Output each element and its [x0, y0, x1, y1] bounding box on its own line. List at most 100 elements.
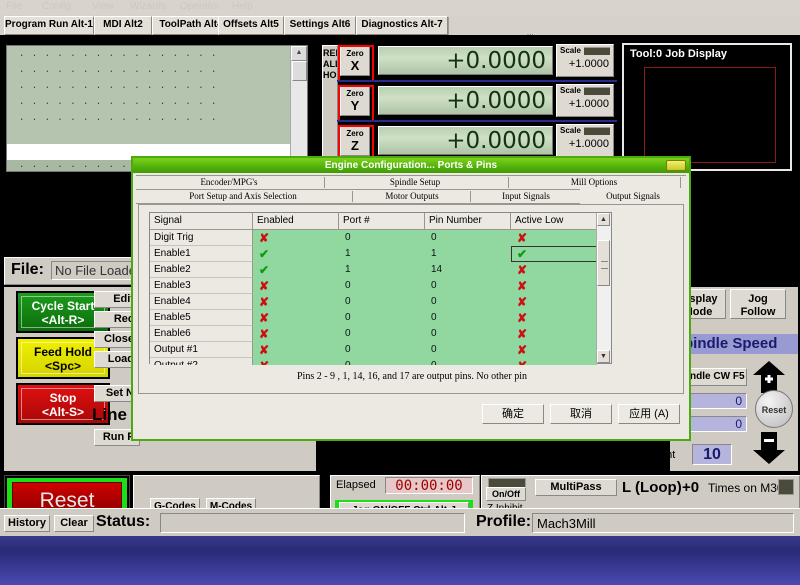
- cell-port[interactable]: 1: [339, 262, 425, 278]
- cell-pin[interactable]: 0: [425, 310, 511, 326]
- cell-pin[interactable]: 0: [425, 278, 511, 294]
- spindle-reset-knob[interactable]: Reset: [755, 390, 793, 428]
- cell-enabled[interactable]: ✘: [253, 230, 339, 246]
- table-row[interactable]: Enable2 ✔ 1 14 ✘: [150, 262, 611, 278]
- menu-item-view[interactable]: View: [92, 0, 114, 14]
- cell-port[interactable]: 0: [339, 278, 425, 294]
- cell-enabled[interactable]: ✘: [253, 326, 339, 342]
- tab-spindle-setup[interactable]: Spindle Setup: [330, 176, 500, 189]
- table-row[interactable]: Enable5 ✘ 0 0 ✘: [150, 310, 611, 326]
- percent-value[interactable]: 10: [692, 444, 732, 465]
- cell-enabled[interactable]: ✘: [253, 342, 339, 358]
- table-row[interactable]: Output #1 ✘ 0 0 ✘: [150, 342, 611, 358]
- cell-pin[interactable]: 0: [425, 230, 511, 246]
- scale-y-value[interactable]: +1.0000: [557, 96, 613, 112]
- increase-arrow-icon[interactable]: [752, 360, 786, 394]
- tab-port-setup-axis-selection[interactable]: Port Setup and Axis Selection: [138, 190, 348, 203]
- cancel-button[interactable]: 取消: [550, 404, 612, 424]
- scale-z-box[interactable]: Scale +1.0000: [556, 124, 614, 157]
- table-row[interactable]: Output #2 ✘ 0 0 ✘: [150, 358, 611, 365]
- minimize-icon[interactable]: [666, 160, 686, 171]
- dro-x-value[interactable]: +0.0000: [378, 46, 553, 75]
- menu-item-operator[interactable]: Operator: [180, 0, 219, 14]
- grid-scroll-down-icon[interactable]: ▼: [597, 350, 610, 363]
- tab-output-signals[interactable]: Output Signals: [580, 189, 686, 203]
- cell-port[interactable]: 1: [339, 246, 425, 262]
- multipass-button[interactable]: MultiPass: [535, 479, 617, 496]
- output-signals-grid[interactable]: Signal Enabled Port # Pin Number Active …: [149, 212, 612, 365]
- cell-active-low[interactable]: ✘: [511, 230, 597, 246]
- cell-pin[interactable]: 0: [425, 326, 511, 342]
- cell-port[interactable]: 0: [339, 294, 425, 310]
- cell-enabled[interactable]: ✘: [253, 278, 339, 294]
- ok-button[interactable]: 确定: [482, 404, 544, 424]
- scroll-up-icon[interactable]: ▲: [291, 46, 307, 61]
- scrollbar-thumb[interactable]: [292, 61, 307, 81]
- cell-active-low[interactable]: ✘: [511, 278, 597, 294]
- menu-item-wizards[interactable]: Wizards: [130, 0, 166, 14]
- scale-x-value[interactable]: +1.0000: [557, 56, 613, 72]
- cell-port[interactable]: 0: [339, 310, 425, 326]
- cell-enabled[interactable]: ✔: [253, 246, 339, 262]
- table-row[interactable]: Enable4 ✘ 0 0 ✘: [150, 294, 611, 310]
- table-row[interactable]: Enable6 ✘ 0 0 ✘: [150, 326, 611, 342]
- grid-scrollbar[interactable]: ▲ ▼: [596, 213, 611, 363]
- apply-button[interactable]: 应用 (A): [618, 404, 680, 424]
- cell-pin[interactable]: 0: [425, 358, 511, 365]
- z-inhibit-onoff-button[interactable]: On/Off: [486, 487, 526, 501]
- menu-item-file[interactable]: File: [6, 0, 22, 14]
- cell-enabled[interactable]: ✘: [253, 358, 339, 365]
- cell-pin[interactable]: 1: [425, 246, 511, 262]
- cell-pin[interactable]: 0: [425, 294, 511, 310]
- cell-active-low[interactable]: ✘: [511, 326, 597, 342]
- menu-item-help[interactable]: Help: [232, 0, 253, 14]
- zero-x-button[interactable]: Zero X: [338, 45, 374, 82]
- job-display-panel[interactable]: Tool:0 Job Display: [622, 43, 792, 171]
- tab-program-run[interactable]: Program Run Alt-1: [4, 16, 94, 35]
- menu-item-config[interactable]: Config: [42, 0, 71, 14]
- table-row[interactable]: Enable3 ✘ 0 0 ✘: [150, 278, 611, 294]
- tab-encoder-mpg[interactable]: Encoder/MPG's: [144, 176, 314, 189]
- tab-input-signals[interactable]: Input Signals: [476, 190, 576, 203]
- cell-port[interactable]: 0: [339, 230, 425, 246]
- cell-enabled[interactable]: ✘: [253, 310, 339, 326]
- tab-mill-options[interactable]: Mill Options: [514, 176, 674, 189]
- cell-active-low[interactable]: ✘: [511, 342, 597, 358]
- zero-y-button[interactable]: Zero Y: [338, 85, 374, 122]
- scale-y-box[interactable]: Scale +1.0000: [556, 84, 614, 117]
- table-row[interactable]: Enable1 ✔ 1 1 ✔: [150, 246, 611, 262]
- grid-scrollbar-thumb[interactable]: [597, 240, 610, 286]
- clear-button[interactable]: Clear: [54, 515, 94, 532]
- scale-z-value[interactable]: +1.0000: [557, 136, 613, 152]
- ref-all-home-button[interactable]: REF ALL HOME: [322, 45, 338, 165]
- dro-y-value[interactable]: +0.0000: [378, 86, 553, 115]
- cell-active-low[interactable]: ✘: [511, 358, 597, 365]
- table-row[interactable]: Digit Trig ✘ 0 0 ✘: [150, 230, 611, 246]
- tab-motor-outputs[interactable]: Motor Outputs: [358, 190, 466, 203]
- cell-pin[interactable]: 0: [425, 342, 511, 358]
- decrease-arrow-icon[interactable]: [752, 431, 786, 465]
- dialog-title-bar[interactable]: Engine Configuration... Ports & Pins: [133, 158, 689, 173]
- zero-z-button[interactable]: Zero Z: [338, 125, 374, 162]
- cell-enabled[interactable]: ✔: [253, 262, 339, 278]
- gcode-list-panel[interactable]: . . . . . . . . . . . . . . . . . . . . …: [6, 45, 308, 172]
- tab-offsets[interactable]: Offsets Alt5: [218, 16, 284, 35]
- gcode-scrollbar[interactable]: ▲: [290, 46, 307, 171]
- tab-diagnostics[interactable]: Diagnostics Alt-7: [356, 16, 448, 35]
- cell-port[interactable]: 0: [339, 358, 425, 365]
- tab-mdi[interactable]: MDI Alt2: [94, 16, 152, 35]
- cell-active-low[interactable]: ✘: [511, 262, 597, 278]
- gcode-lines[interactable]: . . . . . . . . . . . . . . . . . . . . …: [7, 46, 290, 144]
- cell-port[interactable]: 0: [339, 342, 425, 358]
- cell-active-low[interactable]: ✘: [511, 310, 597, 326]
- dro-z-value[interactable]: +0.0000: [378, 126, 553, 155]
- grid-scroll-up-icon[interactable]: ▲: [597, 213, 610, 226]
- cell-port[interactable]: 0: [339, 326, 425, 342]
- jog-follow-button[interactable]: Jog Follow: [730, 289, 786, 319]
- cell-pin[interactable]: 14: [425, 262, 511, 278]
- history-button[interactable]: History: [4, 515, 50, 532]
- tab-settings[interactable]: Settings Alt6: [284, 16, 356, 35]
- cell-enabled[interactable]: ✘: [253, 294, 339, 310]
- scale-x-box[interactable]: Scale +1.0000: [556, 44, 614, 77]
- loop-value[interactable]: +0: [682, 479, 699, 496]
